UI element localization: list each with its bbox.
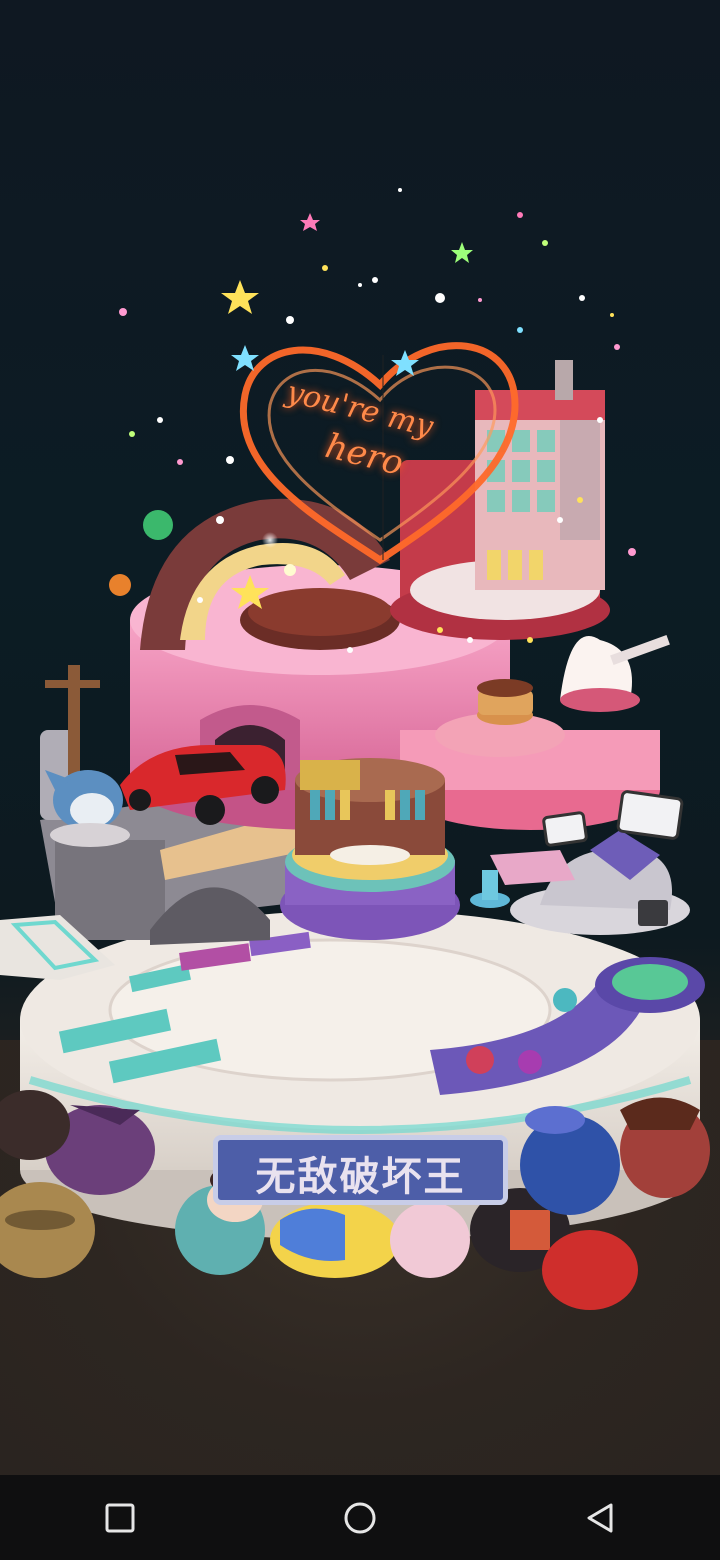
square-icon [105,1503,135,1532]
recents-button[interactable] [60,1475,180,1560]
title-banner: 无敌破坏王 [213,1135,508,1205]
library-rotunda [280,758,460,940]
banner-text: 无敌破坏王 [255,1154,466,1198]
navigation-bar [0,1475,720,1560]
neon-sign-text: you're my hero [230,320,530,560]
home-button[interactable] [300,1475,420,1560]
back-button[interactable] [540,1475,660,1560]
cake-diorama[interactable] [0,0,720,1475]
circle-icon [344,1502,376,1533]
shark-toy[interactable] [45,770,130,847]
game-screen: you're my hero 无敌破坏王 [0,0,720,1560]
triangle-back-icon [587,1503,613,1532]
